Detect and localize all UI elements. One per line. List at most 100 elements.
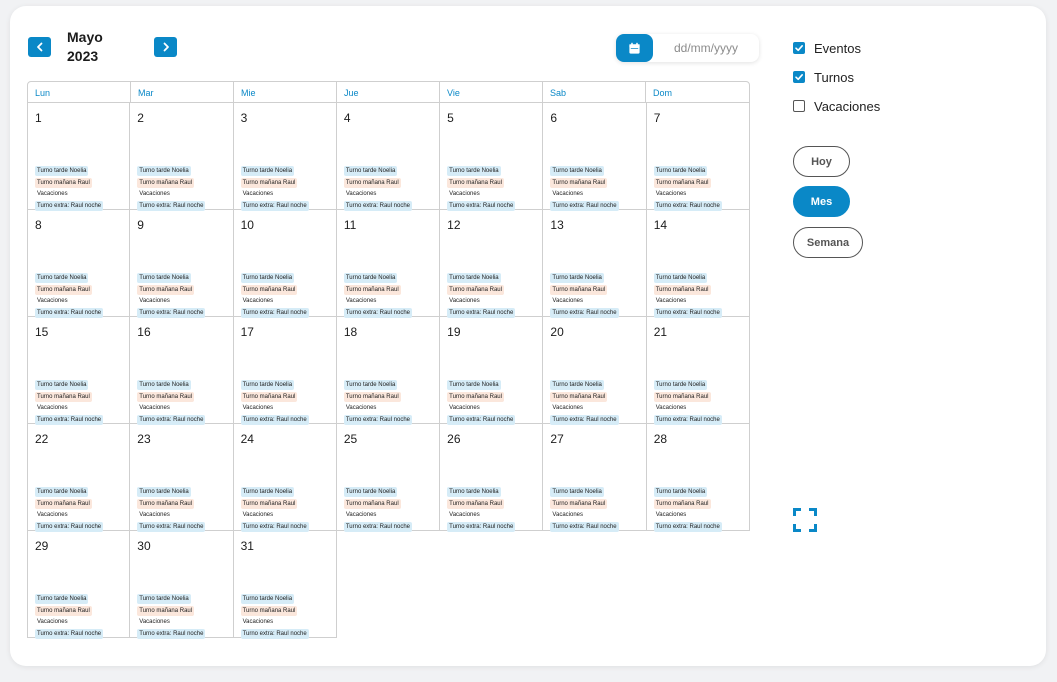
event-chip[interactable]: Turno extra: Raul noche xyxy=(550,414,619,425)
day-number: 19 xyxy=(447,325,461,339)
event-chip[interactable]: Turno extra: Raul noche xyxy=(653,200,722,211)
event-chip[interactable]: Turno extra: Raul noche xyxy=(343,200,412,211)
day-cell[interactable]: 10 Turno tarde Noelia Turno mañana Raul Vac… xyxy=(233,210,337,318)
event-chip[interactable]: Turno extra: Raul noche xyxy=(240,414,309,425)
event-chip[interactable]: Turno extra: Raul noche xyxy=(137,521,206,532)
event-chip[interactable]: Turno extra: Raul noche xyxy=(447,521,516,532)
day-number: 7 xyxy=(653,111,661,125)
day-events: Turno tarde Noelia Turno mañana Raul Vacac… xyxy=(240,587,332,639)
weekday-header: Dom xyxy=(653,88,673,98)
day-cell[interactable]: 22 Turno tarde Noelia Turno mañana Raul Vac… xyxy=(27,424,131,532)
event-chip[interactable]: Turno extra: Raul noche xyxy=(447,414,516,425)
day-number: 5 xyxy=(447,111,454,125)
month-view-button[interactable]: Mes xyxy=(793,186,850,217)
day-cell[interactable]: 9 Turno tarde Noelia Turno mañana Raul Vaca… xyxy=(130,210,234,318)
event-chip[interactable]: Turno extra: Raul noche xyxy=(35,521,104,532)
day-number: 28 xyxy=(653,432,668,446)
day-cell[interactable]: 12 Turno tarde Noelia Turno mañana Raul Vac… xyxy=(440,210,544,318)
fullscreen-button[interactable] xyxy=(793,508,817,532)
day-cell[interactable]: 16 Turno tarde Noelia Turno mañana Raul Vac… xyxy=(130,317,234,425)
day-cell[interactable]: 1 Turno tarde Noelia Turno mañana Raul Vaca… xyxy=(27,103,131,211)
day-events: Turno tarde Noelia Turno mañana Raul Vacac… xyxy=(137,266,228,318)
filter-label: Eventos xyxy=(814,40,861,56)
year-label: 2023 xyxy=(67,48,99,64)
event-chip[interactable]: Turno extra: Raul noche xyxy=(653,307,722,318)
event-chip[interactable]: Turno extra: Raul noche xyxy=(343,307,412,318)
day-number: 25 xyxy=(343,432,358,446)
day-number: 1 xyxy=(35,111,42,125)
event-chip[interactable]: Turno extra: Raul noche xyxy=(550,307,619,318)
event-chip[interactable]: Turno extra: Raul noche xyxy=(447,307,516,318)
day-cell[interactable]: 2 Turno tarde Noelia Turno mañana Raul Vaca… xyxy=(130,103,234,211)
next-month-button[interactable] xyxy=(154,37,177,57)
day-events: Turno tarde Noelia Turno mañana Raul Vacac… xyxy=(240,159,332,211)
day-cell[interactable]: 26 Turno tarde Noelia Turno mañana Raul Vac… xyxy=(440,424,544,532)
day-cell[interactable]: 29 Turno tarde Noelia Turno mañana Raul Vac… xyxy=(27,531,131,639)
event-chip[interactable]: Turno extra: Raul noche xyxy=(653,414,722,425)
check-icon xyxy=(795,74,803,81)
day-cell[interactable]: 31 Turno tarde Noelia Turno mañana Raul Vac… xyxy=(233,531,337,639)
today-button[interactable]: Hoy xyxy=(793,146,850,177)
day-cell[interactable]: 7 Turno tarde Noelia Turno mañana Raul Vaca… xyxy=(646,103,750,211)
event-chip[interactable]: Turno extra: Raul noche xyxy=(137,628,206,639)
day-cell[interactable]: 28 Turno tarde Noelia Turno mañana Raul Vac… xyxy=(646,424,750,532)
day-number: 30 xyxy=(137,539,151,553)
event-chip[interactable]: Turno extra: Raul noche xyxy=(35,414,104,425)
day-number: 8 xyxy=(35,218,42,232)
event-chip[interactable]: Turno extra: Raul noche xyxy=(550,521,619,532)
day-cell[interactable]: 14 Turno tarde Noelia Turno mañana Raul Vac… xyxy=(646,210,750,318)
day-cell[interactable]: 17 Turno tarde Noelia Turno mañana Raul Vac… xyxy=(233,317,337,425)
event-chip[interactable]: Turno extra: Raul noche xyxy=(240,628,309,639)
checkbox[interactable] xyxy=(793,42,805,54)
day-events: Turno tarde Noelia Turno mañana Raul Vacac… xyxy=(35,480,125,532)
day-cell[interactable]: 15 Turno tarde Noelia Turno mañana Raul Vac… xyxy=(27,317,131,425)
filter-label: Vacaciones xyxy=(814,98,881,114)
day-cell[interactable]: 19 Turno tarde Noelia Turno mañana Raul Vac… xyxy=(440,317,544,425)
day-cell[interactable]: 25 Turno tarde Noelia Turno mañana Raul Vac… xyxy=(336,424,441,532)
event-chip[interactable]: Turno extra: Raul noche xyxy=(137,200,206,211)
filter-turnos[interactable]: Turnos xyxy=(793,69,880,85)
day-cell[interactable]: 23 Turno tarde Noelia Turno mañana Raul Vac… xyxy=(130,424,234,532)
event-chip[interactable]: Turno extra: Raul noche xyxy=(240,521,309,532)
day-events: Turno tarde Noelia Turno mañana Raul Vacac… xyxy=(550,159,641,211)
event-chip[interactable]: Turno extra: Raul noche xyxy=(240,200,309,211)
day-cell[interactable]: 18 Turno tarde Noelia Turno mañana Raul Vac… xyxy=(336,317,441,425)
event-chip[interactable]: Turno extra: Raul noche xyxy=(550,200,619,211)
event-chip[interactable]: Turno extra: Raul noche xyxy=(137,307,206,318)
day-cell[interactable]: 5 Turno tarde Noelia Turno mañana Raul Vaca… xyxy=(440,103,544,211)
event-chip[interactable]: Turno extra: Raul noche xyxy=(343,521,412,532)
event-chip[interactable]: Turno extra: Raul noche xyxy=(35,628,104,639)
day-cell[interactable]: 21 Turno tarde Noelia Turno mañana Raul Vac… xyxy=(646,317,750,425)
event-chip[interactable]: Turno extra: Raul noche xyxy=(35,200,104,211)
day-cell[interactable]: 11 Turno tarde Noelia Turno mañana Raul Vac… xyxy=(336,210,441,318)
event-chip[interactable]: Turno extra: Raul noche xyxy=(653,521,722,532)
day-events: Turno tarde Noelia Turno mañana Raul Vacac… xyxy=(343,480,435,532)
day-cell[interactable]: 6 Turno tarde Noelia Turno mañana Raul Vaca… xyxy=(543,103,647,211)
day-cell[interactable]: 27 Turno tarde Noelia Turno mañana Raul Vac… xyxy=(543,424,647,532)
day-number: 12 xyxy=(447,218,461,232)
filter-vacaciones[interactable]: Vacaciones xyxy=(793,98,880,114)
event-chip[interactable]: Turno extra: Raul noche xyxy=(343,414,412,425)
checkbox[interactable] xyxy=(793,100,805,112)
date-input[interactable] xyxy=(658,37,754,59)
day-number: 14 xyxy=(653,218,668,232)
day-events: Turno tarde Noelia Turno mañana Raul Vacac… xyxy=(653,266,745,318)
event-chip[interactable]: Turno extra: Raul noche xyxy=(240,307,309,318)
prev-month-button[interactable] xyxy=(28,37,51,57)
week-view-button[interactable]: Semana xyxy=(793,227,863,258)
event-chip[interactable]: Turno extra: Raul noche xyxy=(447,200,516,211)
event-chip[interactable]: Turno extra: Raul noche xyxy=(35,307,104,318)
calendar-button[interactable] xyxy=(616,34,653,62)
day-number: 4 xyxy=(343,111,351,125)
weekday-header: Mie xyxy=(234,82,337,102)
day-cell[interactable]: 3 Turno tarde Noelia Turno mañana Raul Vaca… xyxy=(233,103,337,211)
day-cell[interactable]: 8 Turno tarde Noelia Turno mañana Raul Vaca… xyxy=(27,210,131,318)
day-cell[interactable]: 20 Turno tarde Noelia Turno mañana Raul Vac… xyxy=(543,317,647,425)
day-cell[interactable]: 30 Turno tarde Noelia Turno mañana Raul Vac… xyxy=(130,531,234,639)
day-cell[interactable]: 13 Turno tarde Noelia Turno mañana Raul Vac… xyxy=(543,210,647,318)
checkbox[interactable] xyxy=(793,71,805,83)
event-chip[interactable]: Turno extra: Raul noche xyxy=(137,414,206,425)
day-cell[interactable]: 4 Turno tarde Noelia Turno mañana Raul Vaca… xyxy=(336,103,441,211)
day-cell[interactable]: 24 Turno tarde Noelia Turno mañana Raul Vac… xyxy=(233,424,337,532)
filter-eventos[interactable]: Eventos xyxy=(793,40,880,56)
